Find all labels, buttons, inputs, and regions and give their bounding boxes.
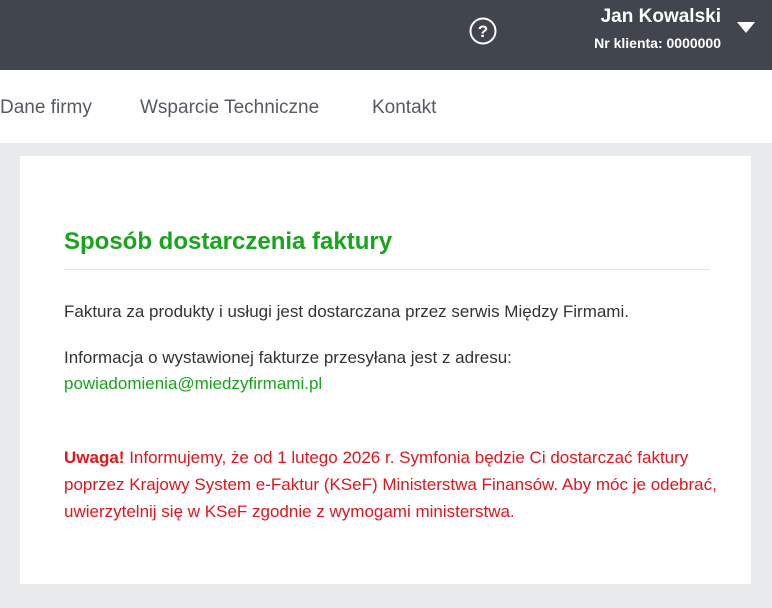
nav-item-wsparcie-techniczne[interactable]: Wsparcie Techniczne: [140, 97, 319, 119]
delivery-info-text: Faktura za produkty i usługi jest dostar…: [64, 302, 629, 321]
warning-text: Informujemy, że od 1 lutego 2026 r. Symf…: [64, 448, 717, 521]
page-title: Sposób dostarczenia faktury: [64, 228, 393, 255]
svg-text:?: ?: [478, 22, 488, 41]
nav-item-dane-firmy[interactable]: Dane firmy: [0, 97, 92, 119]
sender-info-text: Informacja o wystawionej fakturze przesy…: [64, 348, 512, 367]
ksef-warning: Uwaga! Informujemy, że od 1 lutego 2026 …: [64, 444, 724, 525]
divider: [64, 269, 710, 270]
question-circle-icon[interactable]: ?: [469, 17, 497, 45]
warning-label: Uwaga!: [64, 448, 125, 467]
email-link[interactable]: powiadomienia@miedzyfirmami.pl: [64, 374, 322, 394]
caret-down-icon[interactable]: [737, 22, 755, 34]
user-name[interactable]: Jan Kowalski: [601, 6, 721, 28]
nav-item-kontakt[interactable]: Kontakt: [372, 97, 436, 119]
client-number: Nr klienta: 0000000: [594, 35, 721, 51]
invoice-delivery-card: Sposób dostarczenia faktury Faktura za p…: [20, 156, 751, 584]
main-nav: Dane firmy Wsparcie Techniczne Kontakt: [0, 70, 772, 143]
top-bar: ? Jan Kowalski Nr klienta: 0000000: [0, 0, 772, 70]
